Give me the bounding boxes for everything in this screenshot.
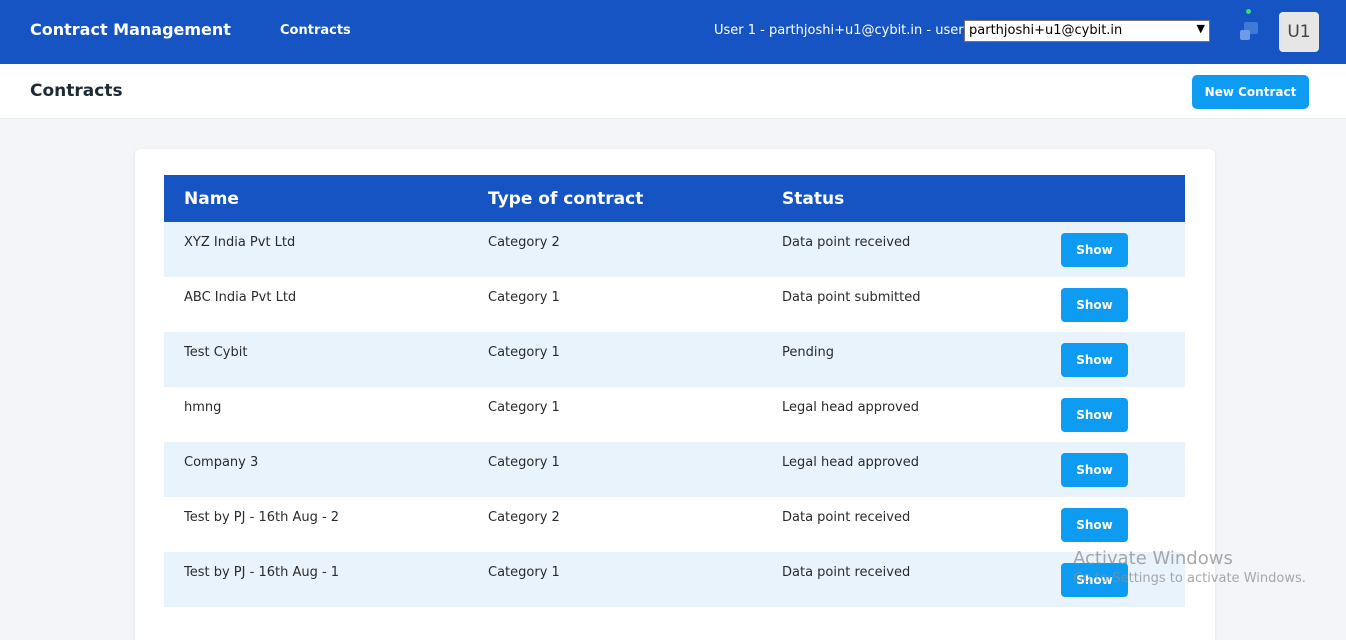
cell-status: Data point received	[782, 565, 911, 580]
show-button[interactable]: Show	[1061, 288, 1128, 322]
page-header: Contracts New Contract	[0, 64, 1346, 119]
table-row: XYZ India Pvt Ltd Category 2 Data point …	[164, 222, 1185, 277]
cell-status: Data point received	[782, 510, 911, 525]
cell-name: Company 3	[184, 455, 259, 470]
cell-type: Category 1	[488, 345, 560, 360]
chevron-down-icon: ▼	[1196, 22, 1205, 35]
show-button[interactable]: Show	[1061, 453, 1128, 487]
app-title: Contract Management	[30, 20, 231, 39]
cell-name: XYZ India Pvt Ltd	[184, 235, 296, 250]
table-row: Test by PJ - 16th Aug - 1 Category 1 Dat…	[164, 552, 1185, 607]
user-select-value: parthjoshi+u1@cybit.in	[969, 23, 1123, 38]
contracts-card: Name Type of contract Status XYZ India P…	[135, 149, 1215, 640]
column-header-status: Status	[782, 189, 845, 209]
cell-type: Category 2	[488, 510, 560, 525]
show-button[interactable]: Show	[1061, 343, 1128, 377]
table-row: ABC India Pvt Ltd Category 1 Data point …	[164, 277, 1185, 332]
status-dot	[1246, 9, 1251, 14]
avatar[interactable]: U1	[1279, 12, 1319, 52]
page-title: Contracts	[30, 81, 123, 101]
column-header-type: Type of contract	[488, 189, 644, 209]
user-select[interactable]: parthjoshi+u1@cybit.in ▼	[964, 20, 1210, 42]
cell-name: Test Cybit	[184, 345, 248, 360]
cell-type: Category 1	[488, 565, 560, 580]
cell-status: Legal head approved	[782, 400, 919, 415]
cell-status: Data point submitted	[782, 290, 921, 305]
cell-name: hmng	[184, 400, 222, 415]
top-navbar: Contract Management Contracts User 1 - p…	[0, 0, 1346, 64]
cell-type: Category 1	[488, 455, 560, 470]
cell-name: ABC India Pvt Ltd	[184, 290, 297, 305]
cell-status: Legal head approved	[782, 455, 919, 470]
notification-icon[interactable]	[1238, 8, 1262, 42]
contracts-table: Name Type of contract Status XYZ India P…	[164, 175, 1185, 607]
table-row: Test by PJ - 16th Aug - 2 Category 2 Dat…	[164, 497, 1185, 552]
table-row: Test Cybit Category 1 Pending Show	[164, 332, 1185, 387]
cell-status: Data point received	[782, 235, 911, 250]
show-button[interactable]: Show	[1061, 563, 1128, 597]
cell-name: Test by PJ - 16th Aug - 1	[184, 565, 340, 580]
table-row: Company 3 Category 1 Legal head approved…	[164, 442, 1185, 497]
table-header: Name Type of contract Status	[164, 175, 1185, 222]
cell-type: Category 2	[488, 235, 560, 250]
cell-type: Category 1	[488, 400, 560, 415]
show-button[interactable]: Show	[1061, 398, 1128, 432]
user-info-text: User 1 - parthjoshi+u1@cybit.in - user	[714, 23, 964, 38]
new-contract-button[interactable]: New Contract	[1192, 75, 1309, 109]
show-button[interactable]: Show	[1061, 233, 1128, 267]
cell-name: Test by PJ - 16th Aug - 2	[184, 510, 340, 525]
table-row: hmng Category 1 Legal head approved Show	[164, 387, 1185, 442]
nav-link-contracts[interactable]: Contracts	[280, 23, 351, 38]
show-button[interactable]: Show	[1061, 508, 1128, 542]
cell-type: Category 1	[488, 290, 560, 305]
column-header-name: Name	[184, 189, 239, 209]
cell-status: Pending	[782, 345, 834, 360]
